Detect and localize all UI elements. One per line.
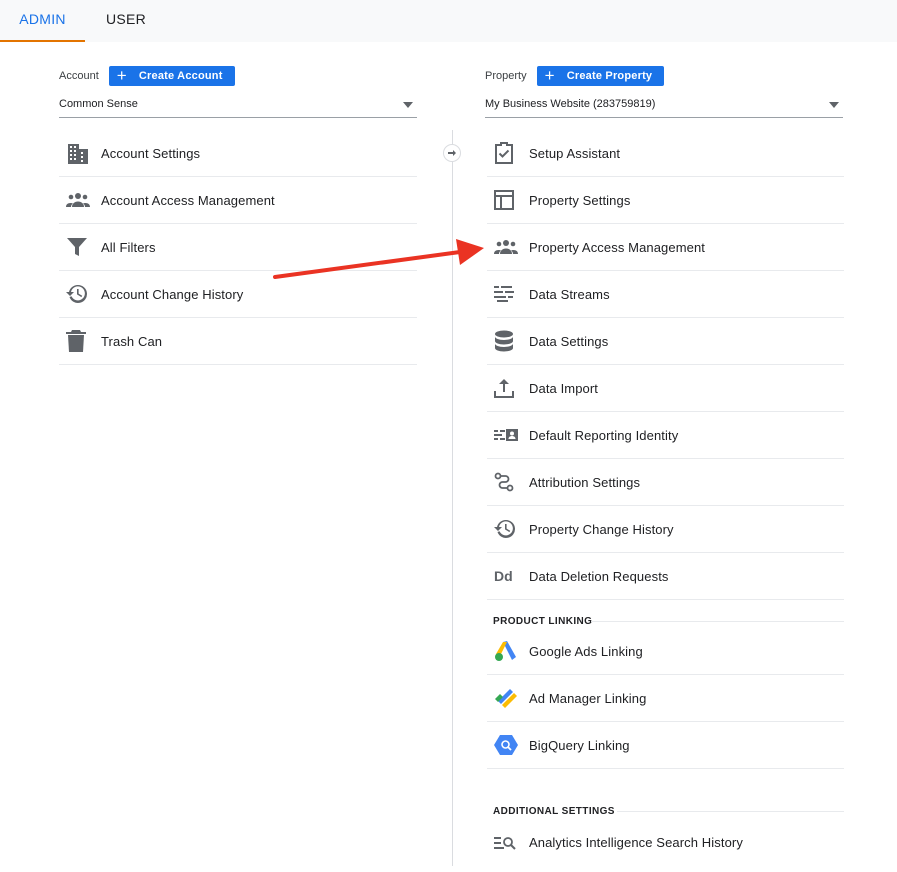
bigquery-icon: [487, 733, 529, 757]
item-label: Data Deletion Requests: [529, 568, 669, 584]
clipboard-check-icon: [487, 141, 529, 165]
filter-icon: [59, 235, 101, 259]
item-label: Property Change History: [529, 521, 674, 537]
ad-manager-linking-item[interactable]: Ad Manager Linking: [487, 675, 844, 722]
account-access-management-item[interactable]: Account Access Management: [59, 177, 417, 224]
google-ads-linking-item[interactable]: Google Ads Linking: [487, 628, 844, 675]
account-settings-item[interactable]: Account Settings: [59, 130, 417, 177]
product-linking-menu: Google Ads Linking Ad Manager Linking Bi…: [487, 628, 844, 769]
item-label: Account Change History: [101, 286, 244, 302]
attribution-icon: [487, 470, 529, 494]
item-label: Data Streams: [529, 286, 610, 302]
dd-icon: Dd: [487, 564, 529, 588]
google-ads-icon: [487, 639, 529, 663]
arrow-right-icon: [448, 150, 456, 156]
product-linking-title: PRODUCT LINKING: [493, 616, 593, 627]
tab-user-label: USER: [105, 11, 147, 27]
upload-icon: [487, 376, 529, 400]
plus-icon: +: [116, 66, 127, 85]
identity-icon: [487, 423, 529, 447]
property-selector[interactable]: My Business Website (283759819): [485, 96, 843, 118]
item-label: BigQuery Linking: [529, 737, 630, 753]
bigquery-linking-item[interactable]: BigQuery Linking: [487, 722, 844, 769]
annotation-arrow-icon: [273, 239, 484, 279]
property-menu: Setup Assistant Property Settings Proper…: [487, 130, 844, 600]
tab-admin-label: ADMIN: [19, 11, 66, 27]
streams-icon: [487, 282, 529, 306]
account-header: Account + Create Account: [59, 65, 235, 87]
history-icon: [487, 517, 529, 541]
people-icon: [59, 188, 101, 212]
property-settings-item[interactable]: Property Settings: [487, 177, 844, 224]
create-account-label: Create Account: [138, 70, 223, 82]
building-icon: [59, 141, 101, 165]
item-label: Analytics Intelligence Search History: [529, 835, 743, 850]
item-label: Google Ads Linking: [529, 643, 643, 659]
additional-settings-menu: Analytics Intelligence Search History: [487, 819, 844, 866]
item-label: All Filters: [101, 239, 156, 255]
trash-icon: [59, 329, 101, 353]
data-settings-item[interactable]: Data Settings: [487, 318, 844, 365]
item-label: Setup Assistant: [529, 145, 621, 161]
setup-assistant-item[interactable]: Setup Assistant: [487, 130, 844, 177]
item-label: Trash Can: [101, 333, 163, 349]
dropdown-caret-icon: [403, 102, 413, 108]
item-label: Data Import: [529, 380, 599, 396]
section-divider: [617, 811, 844, 812]
default-reporting-identity-item[interactable]: Default Reporting Identity: [487, 412, 844, 459]
dropdown-caret-icon: [829, 102, 839, 108]
property-change-history-item[interactable]: Property Change History: [487, 506, 844, 553]
analytics-intelligence-search-history-item[interactable]: Analytics Intelligence Search History: [487, 819, 844, 866]
create-property-label: Create Property: [566, 70, 653, 82]
history-icon: [59, 282, 101, 306]
svg-text:Dd: Dd: [494, 568, 513, 584]
tab-admin[interactable]: ADMIN: [0, 0, 85, 42]
item-label: Ad Manager Linking: [529, 690, 647, 706]
trash-can-item[interactable]: Trash Can: [59, 318, 417, 365]
data-streams-item[interactable]: Data Streams: [487, 271, 844, 318]
item-label: Default Reporting Identity: [529, 427, 679, 443]
item-label: Property Settings: [529, 192, 631, 208]
property-header: Property + Create Property: [485, 65, 665, 87]
property-label: Property: [485, 70, 527, 82]
collapse-button[interactable]: [443, 144, 461, 162]
data-import-item[interactable]: Data Import: [487, 365, 844, 412]
section-divider: [591, 621, 844, 622]
people-icon: [487, 235, 529, 259]
additional-settings-title: ADDITIONAL SETTINGS: [493, 806, 615, 817]
layout-icon: [487, 188, 529, 212]
property-access-management-item[interactable]: Property Access Management: [487, 224, 844, 271]
item-label: Data Settings: [529, 333, 609, 349]
item-label: Property Access Management: [529, 239, 706, 255]
property-selected-value: My Business Website (283759819): [485, 98, 656, 110]
item-label: Account Settings: [101, 145, 201, 161]
create-property-button[interactable]: + Create Property: [536, 66, 665, 86]
tab-bar: ADMIN USER: [0, 0, 897, 42]
data-deletion-requests-item[interactable]: Dd Data Deletion Requests: [487, 553, 844, 600]
search-history-icon: [487, 831, 529, 855]
plus-icon: +: [544, 66, 555, 85]
account-selected-value: Common Sense: [59, 98, 138, 110]
item-label: Attribution Settings: [529, 474, 641, 490]
account-selector[interactable]: Common Sense: [59, 96, 417, 118]
item-label: Account Access Management: [101, 192, 275, 208]
create-account-button[interactable]: + Create Account: [108, 66, 235, 86]
attribution-settings-item[interactable]: Attribution Settings: [487, 459, 844, 506]
tab-user[interactable]: USER: [92, 0, 160, 42]
database-icon: [487, 329, 529, 353]
account-label: Account: [59, 70, 99, 82]
ad-manager-icon: [487, 686, 529, 710]
